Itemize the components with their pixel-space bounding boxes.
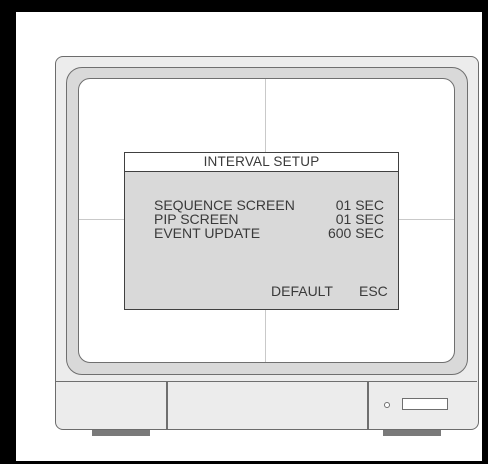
- monitor-screen: INTERVAL SETUP SEQUENCE SCREEN 01 SEC PI…: [78, 78, 455, 363]
- power-led-icon: [384, 402, 390, 408]
- esc-button[interactable]: ESC: [359, 283, 388, 299]
- power-button[interactable]: [402, 398, 448, 410]
- monitor-illustration: INTERVAL SETUP SEQUENCE SCREEN 01 SEC PI…: [55, 56, 479, 430]
- base-divider: [166, 382, 168, 429]
- setting-value[interactable]: 600 SEC: [328, 225, 384, 241]
- canvas: INTERVAL SETUP SEQUENCE SCREEN 01 SEC PI…: [16, 12, 482, 461]
- monitor-foot-right: [383, 430, 441, 436]
- dialog-title: INTERVAL SETUP: [125, 153, 398, 172]
- interval-setup-dialog: INTERVAL SETUP SEQUENCE SCREEN 01 SEC PI…: [124, 152, 399, 310]
- setting-label: EVENT UPDATE: [154, 225, 261, 241]
- monitor-bezel: INTERVAL SETUP SEQUENCE SCREEN 01 SEC PI…: [66, 67, 468, 375]
- default-button[interactable]: DEFAULT: [271, 283, 333, 299]
- black-frame: INTERVAL SETUP SEQUENCE SCREEN 01 SEC PI…: [0, 0, 488, 464]
- monitor-foot-left: [92, 430, 150, 436]
- monitor-base-panel: [56, 381, 477, 429]
- base-divider: [367, 382, 369, 429]
- setting-row-event-update[interactable]: EVENT UPDATE 600 SEC: [154, 225, 384, 241]
